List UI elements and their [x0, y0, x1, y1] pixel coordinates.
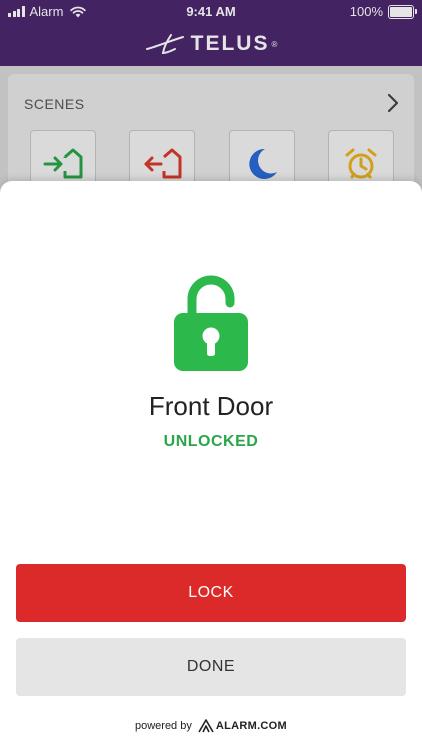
telus-mark-icon: [145, 34, 184, 55]
brand-name: TELUS: [190, 32, 270, 55]
lock-status-label: UNLOCKED: [163, 433, 259, 450]
battery-percent: 100%: [349, 4, 383, 19]
brand-logo: TELUS ®: [145, 32, 278, 56]
alarm-com-logo: ALARM.COM: [198, 719, 287, 733]
battery-level: [390, 6, 412, 17]
leave-home-icon: [144, 148, 182, 179]
battery-icon: [388, 4, 417, 19]
device-name: Front Door: [148, 391, 274, 421]
done-button[interactable]: DONE: [16, 638, 406, 696]
status-bar: Alarm 9:41 AM 100%: [0, 0, 422, 22]
alarm-com-mark-icon: [198, 719, 214, 733]
scenes-title: SCENES: [24, 96, 85, 112]
moon-icon: [249, 148, 277, 179]
lock-button[interactable]: LOCK: [16, 564, 406, 622]
lock-detail-sheet: Front Door UNLOCKED LOCK DONE powered by…: [0, 181, 422, 750]
powered-by-label: powered by: [134, 720, 192, 732]
chevron-right-icon[interactable]: [386, 92, 400, 114]
partner-name: ALARM.COM: [215, 720, 287, 732]
brand-registered-mark: ®: [271, 39, 278, 49]
unlocked-padlock-icon: [174, 275, 248, 371]
alarm-clock-icon: [345, 148, 377, 179]
arrive-home-icon: [43, 148, 83, 179]
status-right: 100%: [349, 4, 417, 19]
brand-header: TELUS ®: [0, 22, 422, 66]
powered-by-footer: powered by ALARM.COM: [0, 719, 422, 733]
